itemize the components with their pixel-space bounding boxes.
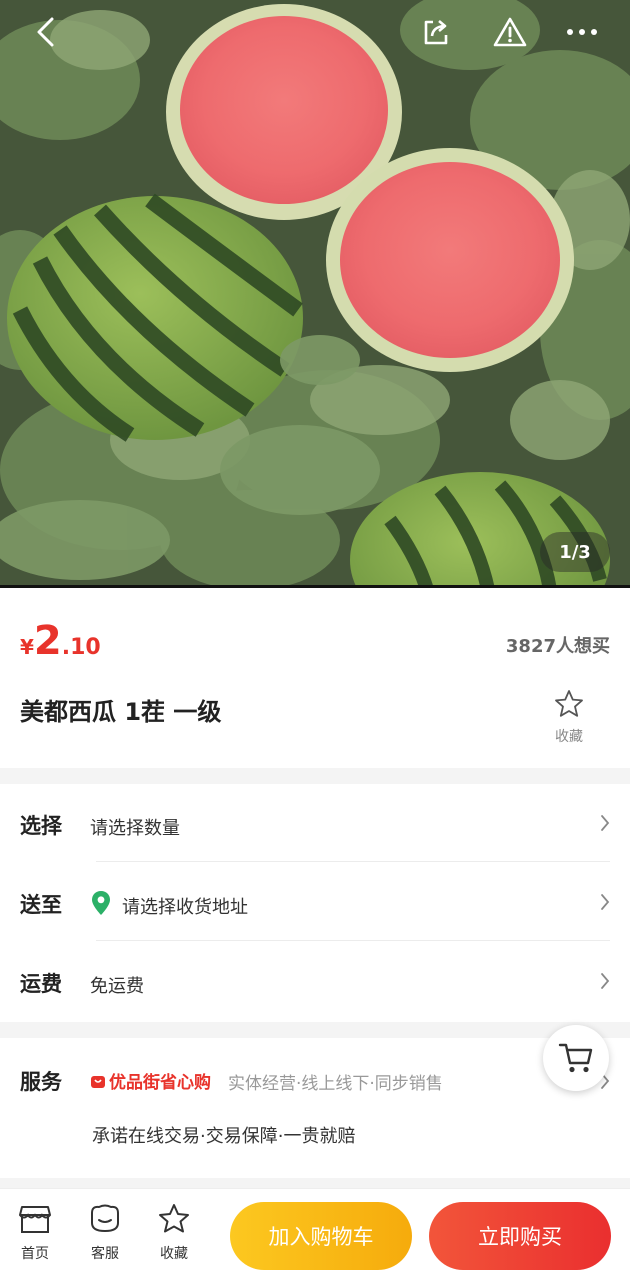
shopping-cart-icon: [558, 1043, 593, 1073]
product-title: 美都西瓜 1茬 一级: [20, 698, 222, 726]
ship-to-row[interactable]: 送至 请选择收货地址: [0, 863, 630, 941]
more-icon: [567, 29, 597, 35]
price: ¥2.10: [20, 618, 101, 664]
ship-to-label: 送至: [20, 893, 62, 917]
service-brand: 优品街省心购: [90, 1068, 211, 1093]
tab-home-label: 首页: [21, 1246, 49, 1262]
floating-cart-button[interactable]: [543, 1025, 609, 1091]
options-card: 选择 请选择数量 送至 请选择收货地址 运费 免运费: [0, 784, 630, 1022]
select-quantity-row[interactable]: 选择 请选择数量: [0, 784, 630, 862]
tab-favorite-label: 收藏: [160, 1246, 188, 1262]
row-divider: [96, 861, 610, 862]
back-button[interactable]: [24, 12, 68, 52]
chevron-right-icon: [601, 815, 610, 831]
store-icon: [19, 1206, 51, 1233]
favorite-button[interactable]: 收藏: [546, 688, 592, 746]
freight-value: 免运费: [90, 976, 144, 997]
service-tags: 实体经营·线上线下·同步销售: [228, 1074, 443, 1094]
report-button[interactable]: [488, 12, 532, 52]
row-divider: [96, 940, 610, 941]
freight-row[interactable]: 运费 免运费: [0, 942, 630, 1020]
share-button[interactable]: [414, 12, 458, 52]
chevron-right-icon: [601, 973, 610, 989]
watermelon-photo: [0, 0, 630, 588]
add-to-cart-button[interactable]: 加入购物车: [230, 1202, 412, 1270]
more-button[interactable]: [560, 12, 604, 52]
service-promise: 承诺在线交易·交易保障·一贵就赔: [92, 1126, 356, 1147]
freight-label: 运费: [20, 972, 62, 996]
image-pager: 1/3: [540, 532, 610, 572]
service-label: 服务: [20, 1070, 62, 1094]
chevron-right-icon: [601, 894, 610, 910]
ship-to-value: 请选择收货地址: [122, 897, 248, 918]
tab-favorite[interactable]: 收藏: [149, 1203, 199, 1263]
select-label: 选择: [20, 814, 62, 838]
price-decimal: .10: [61, 635, 101, 660]
bottom-action-bar: 首页 客服 收藏 加入购物车 立即购买: [0, 1188, 630, 1280]
star-icon: [159, 1204, 189, 1233]
favorite-label: 收藏: [555, 729, 583, 745]
service-card[interactable]: 服务 优品街省心购 实体经营·线上线下·同步销售 承诺在线交易·交易保障·一贵就…: [0, 1038, 630, 1178]
star-icon: [555, 690, 583, 717]
tab-support[interactable]: 客服: [80, 1203, 130, 1263]
back-arrow-icon: [37, 17, 54, 47]
product-image-carousel[interactable]: 1/3: [0, 0, 630, 588]
currency-symbol: ¥: [20, 635, 34, 659]
buy-now-button[interactable]: 立即购买: [429, 1202, 611, 1270]
select-value: 请选择数量: [90, 818, 180, 839]
price-card: ¥2.10 3827人想买 美都西瓜 1茬 一级 收藏: [0, 588, 630, 768]
tab-support-label: 客服: [91, 1246, 119, 1262]
share-icon: [424, 20, 448, 45]
location-pin-icon: [92, 891, 110, 915]
price-integer: 2: [33, 618, 62, 664]
product-detail-page: 1/3 ¥2.10 3827人想买 美都西瓜 1茬 一级 收藏 选择 请选择数量…: [0, 0, 630, 1280]
tab-home[interactable]: 首页: [10, 1203, 60, 1263]
customer-service-icon: [91, 1204, 119, 1232]
service-brand-name: 优品街省心购: [109, 1073, 211, 1093]
shop-bag-icon: [91, 1075, 105, 1088]
warning-icon: [493, 17, 527, 47]
want-count: 3827人想买: [505, 636, 610, 657]
